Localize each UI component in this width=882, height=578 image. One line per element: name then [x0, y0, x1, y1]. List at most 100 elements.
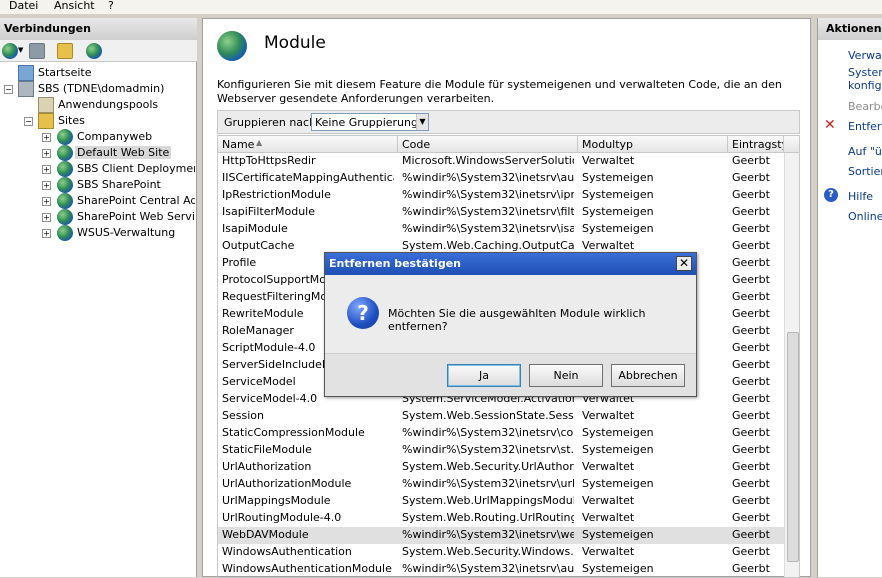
expand-icon[interactable]: + [42, 229, 51, 238]
start-page-icon [18, 65, 34, 81]
table-row[interactable]: WindowsAuthenticationModule %windir%\Syst… [218, 561, 784, 577]
action-konfigu[interactable]: konfigu [848, 79, 882, 92]
tree-item-site[interactable]: Companyweb [57, 129, 195, 145]
globe-icon [57, 161, 73, 177]
scrollbar-thumb[interactable] [787, 332, 799, 562]
table-row[interactable]: IISCertificateMappingAuthenticat... %wind… [218, 170, 784, 187]
action-system[interactable]: System [848, 66, 882, 79]
table-row[interactable]: WebDAVModule %windir%\System32\inetsrv\we… [218, 527, 784, 544]
table-cell: Verwaltet [582, 154, 635, 167]
table-cell: Verwaltet [582, 239, 635, 252]
expand-icon[interactable]: + [42, 133, 51, 142]
action-hilfe[interactable]: Hilfe [848, 190, 873, 203]
table-row[interactable]: StaticFileModule %windir%\System32\inetsr… [218, 442, 784, 459]
column-header-name[interactable]: Name ▲ [218, 136, 398, 153]
menu-ansicht[interactable]: Ansicht [54, 0, 95, 12]
table-cell: Geerbt [732, 273, 770, 286]
menu-datei[interactable]: Datei [9, 0, 38, 12]
table-cell: %windir%\System32\inetsrv\au... [402, 562, 574, 575]
globe-icon [57, 225, 73, 241]
tree-item-apppools[interactable]: Anwendungspools [38, 97, 188, 113]
table-cell: WindowsAuthenticationModule [222, 562, 392, 575]
table-cell: %windir%\System32\inetsrv\au... [402, 171, 574, 184]
group-by-select[interactable]: Keine Gruppierung ▼ [311, 113, 429, 131]
globe-icon [57, 145, 73, 161]
table-row[interactable]: UrlRoutingModule-4.0 System.Web.Routing.U… [218, 510, 784, 527]
expand-icon[interactable]: + [42, 213, 51, 222]
table-cell: Geerbt [732, 222, 770, 235]
collapse-server-icon[interactable]: − [4, 85, 13, 94]
dropdown-arrow-icon[interactable]: ▼ [18, 46, 23, 54]
cancel-button[interactable]: Abbrechen [611, 364, 685, 387]
column-header-code[interactable]: Code [398, 136, 578, 153]
table-cell: UrlMappingsModule [222, 494, 331, 507]
close-icon[interactable]: ✕ [676, 256, 692, 271]
table-row[interactable]: StaticCompressionModule %windir%\System32… [218, 425, 784, 442]
table-row[interactable]: Session System.Web.SessionState.Sessi... V… [218, 408, 784, 425]
table-row[interactable]: IsapiModule %windir%\System32\inetsrv\isa… [218, 221, 784, 238]
action-sortier[interactable]: Sortier [848, 165, 882, 178]
column-header-entrytype[interactable]: Eintragstyp [728, 136, 784, 153]
table-cell: %windir%\System32\inetsrv\co... [402, 426, 574, 439]
action-onlineh[interactable]: Onlineh [848, 210, 882, 223]
tree-item-site[interactable]: SBS Client Deployment A [57, 161, 195, 177]
server-icon [18, 81, 34, 97]
disconnect-icon[interactable] [86, 43, 102, 59]
collapse-sites-icon[interactable]: − [24, 117, 33, 126]
table-cell: Geerbt [732, 375, 770, 388]
table-row[interactable]: IpRestrictionModule %windir%\System32\ine… [218, 187, 784, 204]
table-cell: StaticFileModule [222, 443, 312, 456]
page-title: Module [264, 33, 326, 53]
table-cell: %windir%\System32\inetsrv\we... [402, 528, 574, 541]
vertical-scrollbar[interactable] [784, 153, 799, 577]
action-auf-ueb[interactable]: Auf "üb [848, 145, 882, 158]
tree-item-server[interactable]: SBS (TDNE\domadmin) [18, 81, 188, 97]
tree-item-site[interactable]: SharePoint Central Admin [57, 193, 195, 209]
expand-icon[interactable]: + [42, 181, 51, 190]
tree-item-site-selected[interactable]: Default Web Site [57, 145, 195, 161]
expand-icon[interactable]: + [42, 149, 51, 158]
table-cell: UrlAuthorization [222, 460, 312, 473]
action-entfern[interactable]: Entfern [848, 120, 882, 133]
table-cell: IpRestrictionModule [222, 188, 331, 201]
group-by-bar: Gruppieren nach: Keine Gruppierung ▼ [217, 110, 800, 134]
application-pools-icon [38, 97, 54, 113]
tree-item-sites[interactable]: Sites [38, 113, 188, 129]
save-icon[interactable] [29, 43, 45, 59]
table-cell: System.Web.SessionState.Sessi... [402, 409, 574, 422]
modules-globe-icon [217, 31, 247, 61]
table-row[interactable]: UrlAuthorization System.Web.Security.UrlA… [218, 459, 784, 476]
expand-icon[interactable]: + [42, 197, 51, 206]
tree-item-startseite[interactable]: Startseite [18, 65, 188, 81]
sort-asc-icon: ▲ [256, 138, 263, 147]
folder-up-icon[interactable] [57, 43, 73, 59]
action-verwalt[interactable]: Verwalt [848, 49, 882, 62]
table-row[interactable]: UrlMappingsModule System.Web.UrlMappingsM… [218, 493, 784, 510]
table-cell: Geerbt [732, 154, 770, 167]
table-cell: Geerbt [732, 460, 770, 473]
table-cell: Systemeigen [582, 171, 654, 184]
column-header-type[interactable]: Modultyp [578, 136, 728, 153]
delete-x-icon: ✕ [824, 117, 836, 133]
connections-pane: Verbindungen ▼ Startseite − SBS (TDNE\do… [0, 18, 197, 577]
yes-button[interactable]: Ja [447, 364, 521, 387]
actions-header: Aktionen [818, 18, 882, 40]
tree-item-site[interactable]: WSUS-Verwaltung [57, 225, 195, 241]
menu-help[interactable]: ? [108, 0, 114, 12]
table-cell: %windir%\System32\inetsrv\filt... [402, 205, 574, 218]
no-button[interactable]: Nein [529, 364, 603, 387]
table-row[interactable]: WindowsAuthentication System.Web.Security… [218, 544, 784, 561]
table-cell: System.Web.Routing.UrlRouting... [402, 511, 574, 524]
table-cell: Verwaltet [582, 545, 635, 558]
globe-icon [57, 193, 73, 209]
table-row[interactable]: UrlAuthorizationModule %windir%\System32\… [218, 476, 784, 493]
expand-icon[interactable]: + [42, 165, 51, 174]
action-bearbe[interactable]: Bearbe [848, 100, 882, 113]
tree-item-site[interactable]: SBS SharePoint [57, 177, 195, 193]
table-row[interactable]: HttpToHttpsRedir Microsoft.WindowsServerS… [218, 153, 784, 170]
connect-globe-icon[interactable] [2, 43, 18, 59]
tree-item-site[interactable]: SharePoint Web Services [57, 209, 195, 225]
table-cell: Systemeigen [582, 562, 654, 575]
table-cell: System.Web.UrlMappingsModule [402, 494, 574, 507]
table-row[interactable]: IsapiFilterModule %windir%\System32\inets… [218, 204, 784, 221]
